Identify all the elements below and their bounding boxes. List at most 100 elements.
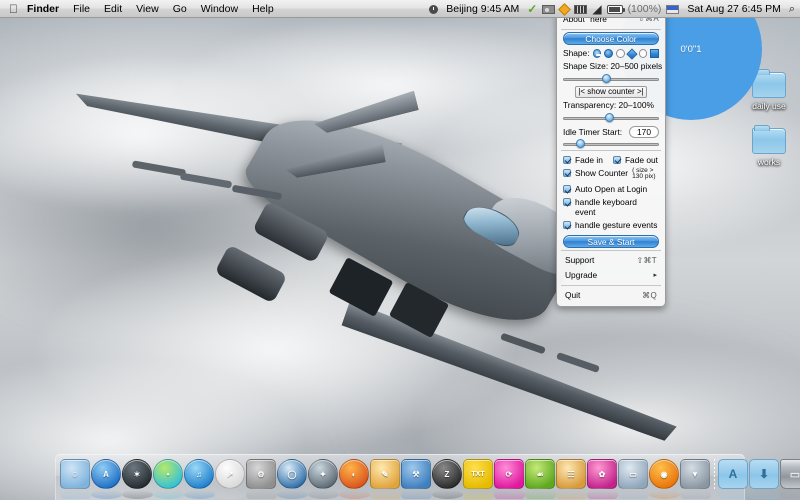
shape-label: Shape: [563,48,590,58]
checkbox-auto-open-at-login[interactable] [563,185,571,194]
dock-item-leaf-app[interactable]: ☙ [525,459,556,499]
here-app-dropdown-menu[interactable]: About "here" ⇧⌘A Choose Color Shape: Sha… [556,11,666,307]
shape-option-diamond[interactable] [626,47,638,60]
loop-app-reflection [494,490,525,499]
idle-timer-slider[interactable] [563,139,659,148]
dock-item-colorful-app[interactable]: ✿ [587,459,618,499]
wifi-icon[interactable]: ◢ [592,0,601,18]
dock-item-loop-app[interactable]: ⟳ [494,459,525,499]
menu-edit[interactable]: Edit [97,0,129,18]
dock[interactable]: ☺ A ✶ • ♫ ↗ ⚙ ◯ ✦ ◐ ✎ ⚒ Z TXT ⟳ ☙ ☷ ✿ ▭ ◉ ▼ A ⬇ ▭ [55,454,800,500]
camera-status-icon[interactable] [542,4,556,14]
dock-trash[interactable]: ▭ [780,459,800,499]
dock-item-safari-compass[interactable]: ✶ [122,459,153,499]
dock-item-system-preferences[interactable]: ⚙ [246,459,277,499]
leaf-app-reflection [525,490,556,499]
dock-item-firefox[interactable]: ◐ [339,459,370,499]
shape-option-radio-selected[interactable] [592,49,602,58]
shape-option-filled-square[interactable] [650,49,659,58]
dock-item-ichat[interactable]: • [153,459,184,499]
menu-go[interactable]: Go [166,0,194,18]
menu-window[interactable]: Window [194,0,245,18]
world-clock-icon[interactable] [429,4,439,14]
dock-item-app-store[interactable]: A [91,459,122,499]
dock-item-safari[interactable]: ✦ [308,459,339,499]
dock-item-xcode[interactable]: ⚒ [401,459,432,499]
grid-status-icon[interactable] [574,4,588,14]
trash-icon: ▭ [780,459,800,489]
save-and-start-button[interactable]: Save & Start [563,234,659,248]
dock-applications-folder[interactable]: A [718,459,749,499]
notes-app-glyph: ☷ [567,469,575,479]
battery-icon[interactable] [606,4,625,14]
transparency-label: Transparency: 20–100% [563,100,654,110]
menu-file[interactable]: File [66,0,97,18]
dock-item-here-arrow[interactable]: ▼ [680,459,711,499]
text-edit-txt-icon: TXT [463,459,493,489]
keyboard-event-checkbox-row: handle keyboard event [557,196,665,219]
apple-logo-icon[interactable]:  [7,0,20,18]
dock-item-here-app[interactable]: ◉ [649,459,680,499]
choose-color-button[interactable]: Choose Color [563,32,659,45]
desktop-icon-works[interactable]: works [740,125,798,167]
dock-item-stocks[interactable]: ↗ [215,459,246,499]
checkbox-show-counter[interactable] [563,168,571,177]
dock-item-battery-app[interactable]: ▭ [618,459,649,499]
dock-downloads-folder[interactable]: ⬇ [749,459,780,499]
slider-thumb[interactable] [601,74,611,83]
finder-glyph: ☺ [70,469,80,479]
checkmark-status-icon[interactable]: ✓ [527,0,537,18]
stocks-reflection [215,490,246,499]
diamond-status-icon[interactable] [558,2,572,16]
idle-timer-row: Idle Timer Start: 170 [557,124,665,138]
here-arrow-reflection [680,490,711,499]
ichat-glyph: • [166,469,170,479]
show-counter-stepper[interactable]: |< show counter >| [575,86,647,98]
dock-item-text-edit-txt[interactable]: TXT [463,459,494,499]
menu-view[interactable]: View [129,0,166,18]
clock-date-time[interactable]: Sat Aug 27 6:45 PM [684,0,783,18]
menu-bar[interactable]:  Finder File Edit View Go Window Help B… [0,0,800,18]
checkbox-handle-keyboard-event[interactable] [563,198,571,207]
checkbox-handle-gesture-events[interactable] [563,221,571,230]
slider-thumb[interactable] [575,139,585,148]
stocks-glyph: ↗ [226,469,234,479]
idle-timer-input[interactable]: 170 [629,126,659,138]
menu-item-support[interactable]: Support ⇧⌘T [557,253,665,268]
menu-finder[interactable]: Finder [20,0,66,18]
input-language-flag-icon[interactable] [666,4,680,14]
checkbox-fade-out[interactable] [612,155,621,164]
leaf-app-glyph: ☙ [536,469,544,479]
dock-item-google-earth[interactable]: ◯ [277,459,308,499]
slider-track [563,77,659,81]
quit-shortcut: ⌘Q [642,290,657,300]
battery-percent[interactable]: (100%) [628,3,662,15]
shape-option-filled-circle[interactable] [604,49,614,58]
show-counter-checkbox-row: Show Counter ( size > 130 pix) [557,166,665,183]
folder-icon [752,125,786,154]
shape-size-slider[interactable] [563,74,659,83]
search-icon[interactable]: ⌕ [789,0,795,18]
dock-item-zip-app[interactable]: Z [432,459,463,499]
quit-label: Quit [565,289,581,300]
leaf-app-icon: ☙ [525,459,555,489]
desktop-screen:  Finder File Edit View Go Window Help B… [0,0,800,500]
firefox-reflection [339,490,370,499]
slider-thumb[interactable] [604,113,614,122]
menu-help[interactable]: Help [245,0,281,18]
dock-item-finder[interactable]: ☺ [60,459,91,499]
shape-option-outline-circle-2[interactable] [638,49,648,58]
downloads-folder-icon: ⬇ [749,459,779,489]
menu-divider [561,150,661,151]
menu-item-quit[interactable]: Quit ⌘Q [557,288,665,303]
checkbox-fade-in[interactable] [563,155,571,164]
dock-item-notes-app[interactable]: ☷ [556,459,587,499]
menu-item-upgrade[interactable]: Upgrade ▸ [557,268,665,283]
dock-item-itunes[interactable]: ♫ [184,459,215,499]
ichat-icon: • [153,459,183,489]
shape-option-outline-circle[interactable] [616,49,625,58]
timezone-clock[interactable]: Beijing 9:45 AM [443,0,522,18]
transparency-slider[interactable] [563,113,659,122]
safari-icon: ✦ [308,459,338,489]
dock-item-paintbrush-app[interactable]: ✎ [370,459,401,499]
